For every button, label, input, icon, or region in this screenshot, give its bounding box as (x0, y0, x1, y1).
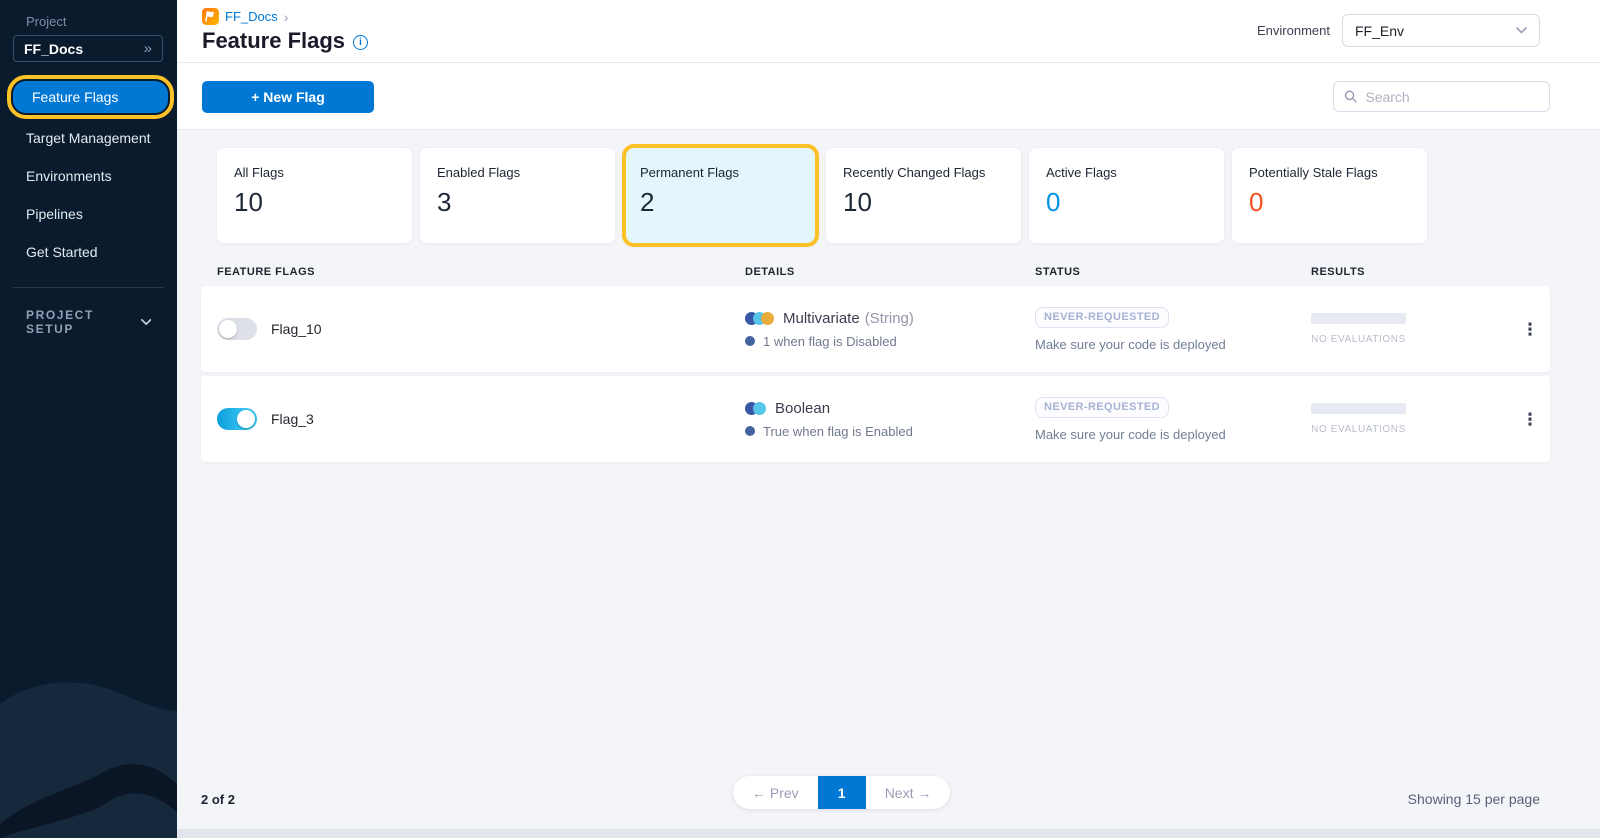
page-title: Feature Flags (202, 28, 345, 54)
stat-value: 2 (640, 187, 801, 218)
status-badge: NEVER-REQUESTED (1035, 397, 1169, 418)
stat-label: All Flags (234, 165, 395, 180)
status-text: Make sure your code is deployed (1035, 427, 1311, 442)
multivariate-icon (761, 312, 774, 325)
search-icon (1344, 89, 1357, 104)
stat-value: 10 (234, 187, 395, 218)
stat-value: 0 (1249, 187, 1410, 218)
row-count: 2 of 2 (201, 792, 235, 807)
column-header-results: RESULTS (1311, 266, 1510, 278)
project-setup-label: PROJECT SETUP (26, 308, 131, 336)
flags-table: FEATURE FLAGS DETAILS STATUS RESULTS Fla… (201, 266, 1550, 462)
stat-card-recently-changed-flags[interactable]: Recently Changed Flags 10 (825, 147, 1022, 244)
variation-dot-icon (745, 426, 755, 436)
page-header: FF_Docs › Feature Flags i Environment FF… (177, 0, 1600, 63)
stat-cards-row: All Flags 10 Enabled Flags 3 Permanent F… (177, 131, 1600, 247)
stat-card-enabled-flags[interactable]: Enabled Flags 3 (419, 147, 616, 244)
search-box[interactable] (1333, 81, 1550, 112)
project-selector[interactable]: FF_Docs » (13, 35, 163, 62)
results-empty-bar (1311, 403, 1406, 414)
stat-value: 0 (1046, 187, 1207, 218)
sidebar-divider (13, 287, 164, 288)
stat-card-permanent-flags[interactable]: Permanent Flags 2 (622, 144, 819, 247)
table-row[interactable]: Flag_10 Multivariate (String) 1 when fla… (201, 286, 1550, 372)
stat-label: Potentially Stale Flags (1249, 165, 1410, 180)
sidebar-wave-decoration (0, 638, 177, 838)
environment-select[interactable]: FF_Env (1342, 14, 1540, 47)
chevron-right-icon: › (284, 9, 289, 25)
new-flag-button[interactable]: + New Flag (202, 81, 374, 113)
column-header-feature-flags: FEATURE FLAGS (217, 266, 745, 278)
environment-value: FF_Env (1355, 23, 1404, 39)
chevron-down-icon (141, 318, 151, 326)
boolean-icon (753, 402, 766, 415)
flag-type-suffix: (String) (865, 310, 914, 327)
column-header-details: DETAILS (745, 266, 1035, 278)
toolbar: + New Flag (177, 63, 1600, 130)
project-name: FF_Docs (24, 41, 83, 57)
feature-flags-logo-icon (202, 8, 219, 25)
row-menu-kebab-icon[interactable]: ⋮ (1510, 411, 1550, 428)
column-header-status: STATUS (1035, 266, 1311, 278)
status-text: Make sure your code is deployed (1035, 337, 1311, 352)
variation-dot-icon (745, 336, 755, 346)
environment-label: Environment (1257, 23, 1330, 38)
flag-toggle[interactable] (217, 408, 257, 430)
stat-card-active-flags[interactable]: Active Flags 0 (1028, 147, 1225, 244)
project-setup-toggle[interactable]: PROJECT SETUP (0, 308, 177, 336)
window-bottom-edge (177, 829, 1600, 838)
prev-page-button[interactable]: ← Prev (733, 776, 818, 809)
flag-toggle[interactable] (217, 318, 257, 340)
search-input[interactable] (1365, 89, 1539, 105)
breadcrumb: FF_Docs › (202, 8, 288, 25)
flag-type: Multivariate (783, 310, 860, 327)
default-rule-text: 1 when flag is Disabled (763, 334, 897, 349)
default-rule-text: True when flag is Enabled (763, 424, 913, 439)
results-empty-bar (1311, 313, 1406, 324)
next-page-button[interactable]: Next → (866, 776, 951, 809)
sidebar-item-target-management[interactable]: Target Management (0, 119, 177, 157)
toggle-knob (237, 410, 255, 428)
sidebar: Project FF_Docs » Feature Flags Target M… (0, 0, 177, 838)
flag-type: Boolean (775, 400, 830, 417)
results-label: NO EVALUATIONS (1311, 334, 1406, 345)
chevron-down-icon (1516, 27, 1527, 34)
project-label: Project (26, 14, 177, 29)
sidebar-item-environments[interactable]: Environments (0, 157, 177, 195)
toggle-knob (219, 320, 237, 338)
row-menu-kebab-icon[interactable]: ⋮ (1510, 321, 1550, 338)
stat-label: Active Flags (1046, 165, 1207, 180)
stat-card-potentially-stale-flags[interactable]: Potentially Stale Flags 0 (1231, 147, 1428, 244)
stat-card-all-flags[interactable]: All Flags 10 (216, 147, 413, 244)
sidebar-item-feature-flags[interactable]: Feature Flags (13, 81, 168, 113)
flag-name[interactable]: Flag_10 (271, 321, 322, 337)
main-area: FF_Docs › Feature Flags i Environment FF… (177, 0, 1600, 838)
sidebar-item-get-started[interactable]: Get Started (0, 233, 177, 271)
sidebar-item-pipelines[interactable]: Pipelines (0, 195, 177, 233)
status-badge: NEVER-REQUESTED (1035, 307, 1169, 328)
content: All Flags 10 Enabled Flags 3 Permanent F… (177, 131, 1600, 838)
table-header: FEATURE FLAGS DETAILS STATUS RESULTS (201, 266, 1550, 278)
page-number-button[interactable]: 1 (818, 776, 866, 809)
breadcrumb-project-link[interactable]: FF_Docs (225, 9, 278, 24)
info-icon[interactable]: i (353, 35, 368, 50)
table-row[interactable]: Flag_3 Boolean True when flag is Enabled… (201, 376, 1550, 462)
stat-label: Enabled Flags (437, 165, 598, 180)
stat-label: Permanent Flags (640, 165, 801, 180)
stat-value: 3 (437, 187, 598, 218)
highlight-ring: Feature Flags (7, 75, 174, 119)
stat-label: Recently Changed Flags (843, 165, 1004, 180)
double-chevron-right-icon[interactable]: » (144, 41, 152, 56)
per-page-text: Showing 15 per page (1408, 791, 1540, 807)
stat-value: 10 (843, 187, 1004, 218)
pagination: ← Prev 1 Next → (733, 776, 950, 809)
flag-name[interactable]: Flag_3 (271, 411, 314, 427)
results-label: NO EVALUATIONS (1311, 424, 1406, 435)
